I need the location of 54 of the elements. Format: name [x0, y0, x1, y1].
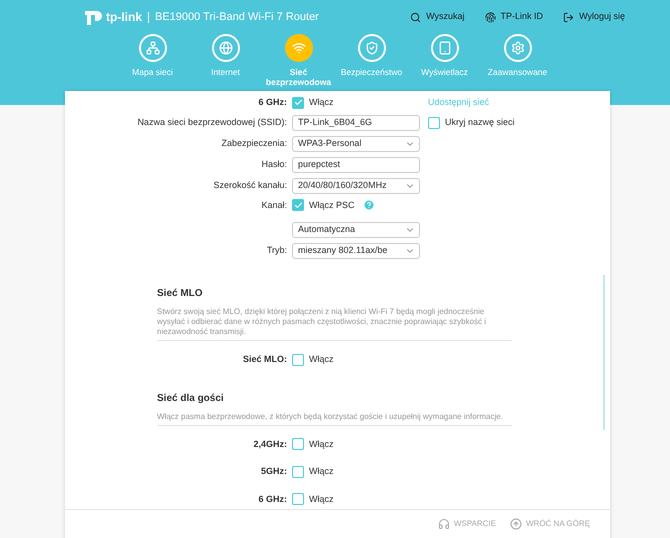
- arrow-up-icon: [510, 518, 522, 530]
- check-icon: [294, 98, 302, 108]
- header-link[interactable]: Wyloguj się: [563, 10, 625, 24]
- text-field[interactable]: purepctest: [292, 156, 420, 172]
- checkbox[interactable]: [292, 96, 304, 109]
- field-label: 6 GHz:: [258, 96, 287, 109]
- checkbox-label: Włącz PSC: [309, 198, 355, 212]
- checkbox[interactable]: [428, 116, 440, 128]
- checkbox-label: Włącz: [309, 438, 334, 451]
- search-icon: [410, 12, 422, 22]
- header-link[interactable]: Wyszukaj: [410, 10, 465, 24]
- checkbox[interactable]: [292, 466, 304, 478]
- settings-icon: [510, 41, 524, 55]
- checkbox-label: Ukryj nazwę sieci: [445, 116, 515, 129]
- header-link[interactable]: TP-Link ID: [484, 10, 544, 24]
- dropdown[interactable]: mieszany 802.11ax/be: [292, 243, 420, 259]
- checkbox[interactable]: [292, 354, 304, 366]
- router-model: BE19000 Tri-Band Wi-Fi 7 Router: [155, 10, 319, 25]
- field-label: 2,4GHz:: [253, 438, 287, 450]
- logout-icon: [563, 12, 574, 22]
- section-description: Stwórz swoją sieć MLO, dzięki której połączeni z nią klienci Wi-Fi 7 będą mogli jednocześnie wysyłać i odbierać dane w różnych pasmach częstotliwości, znacznie poprawiając szybkość i niezawodność transmisji.: [157, 307, 512, 341]
- field-label: Hasło:: [261, 158, 287, 171]
- tablet-icon: [438, 41, 452, 55]
- field-label: Szerokość kanału:: [213, 178, 287, 192]
- fingerprint-icon: [484, 12, 496, 22]
- text-field[interactable]: TP-Link_6B04_6G: [292, 114, 420, 130]
- shield-icon: [364, 41, 378, 55]
- headset-icon: [438, 518, 450, 530]
- dropdown[interactable]: 20/40/80/160/320MHz: [292, 178, 420, 194]
- checkbox-label: Włącz: [309, 96, 334, 109]
- field-label: 6 GHz:: [258, 492, 287, 506]
- logo-icon: [85, 9, 103, 25]
- field-label: Zabezpieczenia:: [221, 136, 287, 150]
- check-icon: [294, 200, 302, 210]
- field-label: Kanał:: [261, 198, 287, 212]
- checkbox-label: Włącz: [309, 353, 334, 366]
- globe-icon: [218, 41, 232, 55]
- dropdown[interactable]: WPA3-Personal: [292, 136, 420, 152]
- network-icon: [146, 41, 160, 55]
- checkbox[interactable]: [292, 438, 304, 450]
- checkbox-label: Włącz: [309, 465, 334, 478]
- brand-name: tp-link: [106, 9, 142, 26]
- checkbox-label: Włącz: [309, 492, 334, 506]
- wifi-icon: [292, 41, 306, 55]
- dropdown[interactable]: Automatyczna: [292, 222, 420, 238]
- checkbox[interactable]: [292, 493, 304, 506]
- field-label: Nazwa sieci bezprzewodowej (SSID):: [137, 116, 287, 129]
- checkbox[interactable]: [292, 199, 304, 212]
- section-description: Włącz pasma bezprzewodowe, z których będą korzystać goście i uzupełnij wymagane informacje.: [157, 412, 512, 426]
- field-label: 5GHz:: [260, 465, 287, 478]
- section-title: Sieć MLO: [157, 287, 204, 301]
- field-label: Sieć MLO:: [242, 353, 287, 366]
- section-title: Sieć dla gości: [157, 392, 225, 406]
- field-label: Tryb:: [266, 244, 287, 258]
